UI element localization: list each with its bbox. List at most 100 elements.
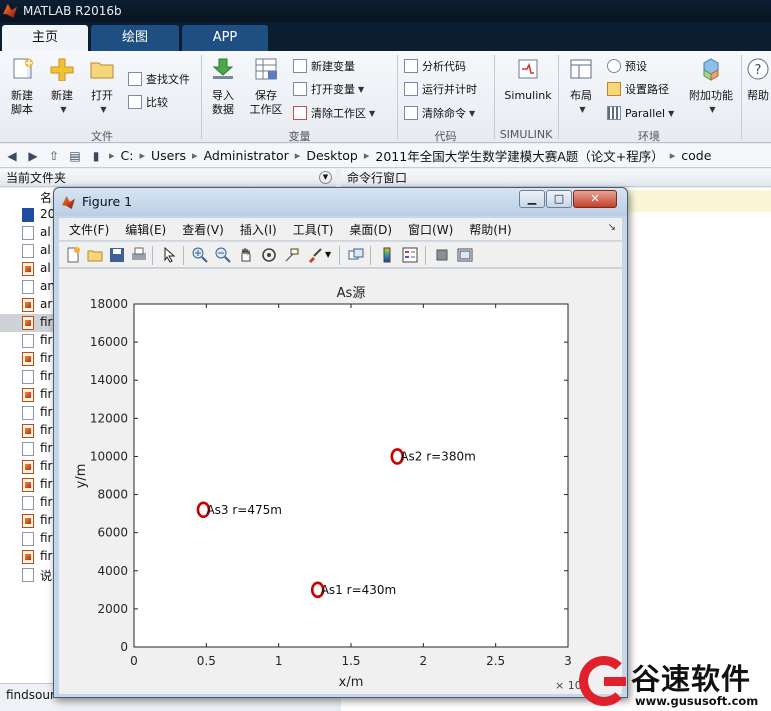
matlab-file-icon: [22, 424, 34, 438]
parallel-icon: [607, 106, 621, 120]
file-name: fir: [40, 387, 53, 401]
y-tick-label: 14000: [90, 373, 128, 387]
save-icon[interactable]: [109, 247, 125, 263]
save-workspace-label: 保存 工作区: [249, 89, 283, 116]
y-tick-label: 16000: [90, 335, 128, 349]
x-tick-label: 1.5: [341, 654, 360, 668]
panel-menu-icon[interactable]: ▼: [319, 171, 332, 184]
app-title: MATLAB R2016b: [23, 4, 122, 18]
close-button[interactable]: ✕: [573, 190, 617, 208]
preferences-button[interactable]: 预设: [607, 56, 647, 76]
simulink-button[interactable]: Simulink: [500, 57, 556, 103]
file-name: fir: [40, 513, 53, 527]
toolbar-separator: [183, 246, 184, 265]
help-label: 帮助: [747, 89, 769, 102]
layout-button[interactable]: 布局 ▼: [563, 57, 599, 117]
simulink-label: Simulink: [504, 89, 552, 102]
svg-text:?: ?: [755, 63, 762, 78]
hide-plot-tools-icon[interactable]: [434, 247, 450, 263]
dock-arrow-icon[interactable]: ↘: [608, 222, 616, 233]
forward-arrow-icon[interactable]: ▶: [24, 147, 42, 165]
addons-icon: [703, 58, 719, 81]
rotate-icon[interactable]: [261, 247, 277, 263]
save-workspace-button[interactable]: 保存 工作区: [246, 57, 286, 117]
breadcrumb-item[interactable]: Desktop: [306, 148, 358, 163]
open-icon[interactable]: [87, 247, 103, 263]
link-icon[interactable]: [348, 247, 364, 263]
chart-title: As源: [337, 286, 366, 301]
clear-commands-button[interactable]: 清除命令 ▼: [404, 103, 475, 123]
open-variable-label: 打开变量: [311, 83, 355, 96]
y-tick-label: 0: [120, 640, 128, 654]
zoom-in-icon[interactable]: [192, 247, 208, 263]
clear-workspace-dropdown-icon: ▼: [369, 108, 376, 118]
tab-home[interactable]: 主页: [2, 25, 88, 51]
run-and-time-icon: [404, 82, 418, 96]
crumb-sep: ▸: [109, 149, 115, 162]
new-script-icon: [13, 58, 33, 79]
breadcrumb-item[interactable]: C:: [121, 148, 134, 163]
tab-apps[interactable]: APP: [182, 25, 268, 51]
compare-button[interactable]: 比较: [128, 92, 168, 112]
crumb-sep: ▸: [363, 149, 370, 162]
menu-view[interactable]: 查看(V): [182, 221, 224, 238]
parallel-dropdown-icon: ▼: [668, 108, 675, 118]
find-files-button[interactable]: 查找文件: [128, 69, 190, 89]
maximize-button[interactable]: □: [546, 190, 572, 208]
show-plot-tools-icon[interactable]: [457, 247, 473, 263]
new-variable-button[interactable]: 新建变量: [293, 56, 355, 76]
file-name: fir: [40, 423, 53, 437]
data-cursor-icon[interactable]: [284, 247, 300, 263]
browse-folder-icon[interactable]: ▤: [66, 147, 84, 165]
set-path-button[interactable]: 设置路径: [607, 79, 669, 99]
zoom-out-icon[interactable]: [215, 247, 231, 263]
menu-tools[interactable]: 工具(T): [293, 221, 334, 238]
open-button[interactable]: 打开 ▼: [84, 57, 120, 117]
toolbar-separator: [425, 246, 426, 265]
breadcrumb-item[interactable]: 2011年全国大学生数学建模大赛A题（论文+程序）: [375, 146, 663, 165]
ribbon: 新建 脚本 新建 ▼ 打开 ▼ 查找文件 比较 文件 导入 数据 保存 工作区 …: [0, 51, 771, 143]
breadcrumb-item[interactable]: code: [681, 148, 711, 163]
open-variable-button[interactable]: 打开变量 ▼: [293, 79, 364, 99]
parallel-button[interactable]: Parallel ▼: [607, 103, 674, 123]
legend-icon[interactable]: [402, 247, 418, 263]
new-button[interactable]: 新建 ▼: [44, 57, 80, 117]
new-variable-label: 新建变量: [311, 60, 355, 73]
as-source-chart[interactable]: As源 x/m y/m × 104 0 0.5 1 1.5 2 2.5 3020004000…: [59, 269, 622, 694]
breadcrumb-item[interactable]: Users: [151, 148, 186, 163]
tab-plots[interactable]: 绘图: [91, 25, 179, 51]
file-file-icon: [22, 406, 34, 420]
menu-insert[interactable]: 插入(I): [240, 221, 277, 238]
breadcrumb-item[interactable]: Administrator: [204, 148, 289, 163]
menu-file[interactable]: 文件(F): [69, 221, 109, 238]
new-figure-icon[interactable]: [65, 247, 81, 263]
gusu-logo-bar: [604, 677, 626, 686]
import-data-button[interactable]: 导入 数据: [205, 57, 241, 117]
menu-window[interactable]: 窗口(W): [408, 221, 453, 238]
figure-titlebar[interactable]: Figure 1 ▁ □ ✕: [54, 188, 627, 216]
addons-button[interactable]: 附加功能 ▼: [686, 57, 736, 117]
gear-icon: [607, 59, 621, 73]
figure-toolbar: ▼: [59, 241, 622, 268]
new-script-button[interactable]: 新建 脚本: [4, 57, 40, 117]
print-icon[interactable]: [131, 247, 147, 263]
clear-workspace-button[interactable]: 清除工作区 ▼: [293, 103, 375, 123]
file-name: fir: [40, 369, 53, 383]
up-folder-icon[interactable]: ⇧: [45, 147, 63, 165]
run-and-time-button[interactable]: 运行并计时: [404, 79, 477, 99]
menu-edit[interactable]: 编辑(E): [125, 221, 166, 238]
pointer-icon[interactable]: [161, 247, 177, 263]
analyze-code-button[interactable]: 分析代码: [404, 56, 466, 76]
group-label-environment: 环境: [638, 130, 660, 143]
pan-icon[interactable]: [238, 247, 254, 263]
menu-help[interactable]: 帮助(H): [469, 221, 511, 238]
minimize-button[interactable]: ▁: [519, 190, 545, 208]
group-label-variable: 变量: [288, 130, 311, 143]
menu-desktop[interactable]: 桌面(D): [349, 221, 392, 238]
back-arrow-icon[interactable]: ◀: [3, 147, 21, 165]
colorbar-icon[interactable]: [379, 247, 395, 263]
file-name: fir: [40, 531, 53, 545]
brush-icon[interactable]: [307, 247, 323, 263]
x-tick-label: 0.5: [197, 654, 216, 668]
help-button[interactable]: ? 帮助: [745, 57, 771, 103]
